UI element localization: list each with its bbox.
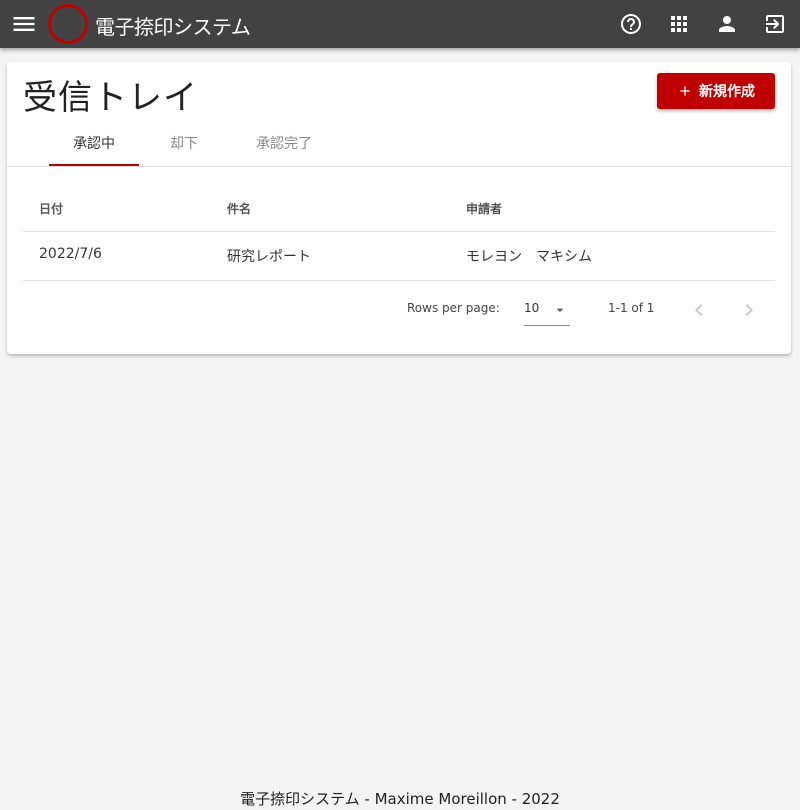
previous-page-button[interactable]: [687, 298, 711, 322]
tab-label: 承認完了: [256, 136, 312, 152]
tab-pending[interactable]: 承認中: [49, 124, 139, 166]
page-title: 受信トレイ: [23, 78, 198, 118]
tab-approved[interactable]: 承認完了: [229, 124, 339, 166]
cell-subject: 研究レポート: [227, 249, 311, 265]
account-icon[interactable]: [715, 12, 739, 36]
inbox-card: 受信トレイ 新規作成 承認中 却下 承認完了 日付 件名 申請者 2022/7/…: [7, 62, 791, 354]
chevron-right-icon: [745, 304, 753, 316]
plus-icon: [680, 86, 690, 96]
tab-label: 承認中: [73, 136, 115, 152]
chevron-left-icon: [695, 304, 703, 316]
new-document-button-label: 新規作成: [699, 84, 755, 100]
new-document-button[interactable]: 新規作成: [657, 73, 775, 109]
column-header-applicant[interactable]: 申請者: [466, 200, 502, 217]
tab-rejected[interactable]: 却下: [139, 124, 229, 166]
tabs-divider: [7, 166, 791, 167]
apps-grid-icon[interactable]: [667, 12, 691, 36]
next-page-button[interactable]: [737, 298, 761, 322]
help-icon[interactable]: [619, 12, 643, 36]
column-header-subject[interactable]: 件名: [227, 200, 251, 217]
dropdown-arrow-icon: [556, 308, 564, 312]
rows-per-page-label: Rows per page:: [407, 301, 500, 315]
tab-label: 却下: [170, 136, 198, 152]
app-bar: 電子捺印システム: [0, 0, 800, 48]
cell-date: 2022/7/6: [39, 246, 102, 262]
table-divider: [23, 280, 775, 281]
pagination-range: 1-1 of 1: [608, 301, 655, 315]
menu-icon[interactable]: [10, 10, 38, 38]
rows-per-page-value: 10: [524, 301, 540, 315]
table-row[interactable]: [23, 232, 775, 280]
page-footer: 電子捺印システム - Maxime Moreillon - 2022: [240, 790, 560, 808]
logo-icon: [48, 4, 88, 44]
column-header-date[interactable]: 日付: [39, 200, 63, 217]
logout-icon[interactable]: [763, 12, 787, 36]
cell-applicant: モレヨン マキシム: [466, 249, 592, 265]
rows-per-page-select[interactable]: 10: [524, 295, 570, 326]
app-title: 電子捺印システム: [95, 15, 251, 39]
